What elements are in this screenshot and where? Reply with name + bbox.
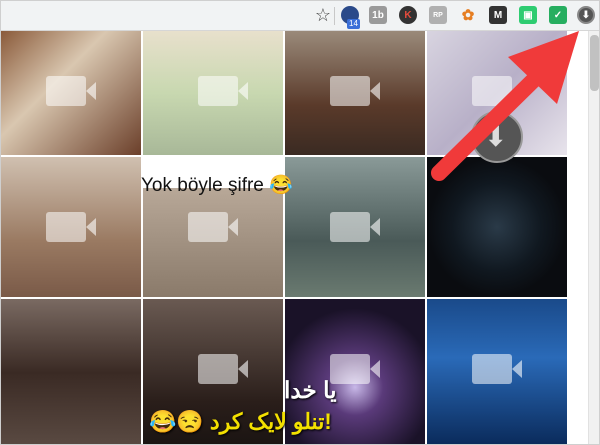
tile-woman-face[interactable] xyxy=(1,157,141,297)
extension-label: ⬇ xyxy=(581,9,591,21)
extension-label: 1b xyxy=(372,9,384,21)
play-icon xyxy=(472,76,522,106)
tile-theater-camera[interactable] xyxy=(1,299,141,444)
gear-flower-extension-icon[interactable]: ✿ xyxy=(459,6,477,24)
extension-label: M xyxy=(493,9,503,21)
rp-extension-icon[interactable]: RP xyxy=(429,6,447,24)
tile-green-dress[interactable] xyxy=(143,31,283,155)
tile-room-people[interactable] xyxy=(285,31,425,155)
m-extension-icon[interactable]: M xyxy=(489,6,507,24)
download-extension-icon[interactable]: ⬇ xyxy=(577,6,595,24)
scrollbar-thumb[interactable] xyxy=(590,35,599,91)
play-icon xyxy=(198,76,248,106)
tile-man-stage[interactable] xyxy=(427,299,567,444)
turkish-caption: Yok böyle şifre 😂 xyxy=(141,175,293,196)
extension-label: RP xyxy=(433,11,443,19)
persian-caption-line2: 😂😒 تنلو لایک کرد! xyxy=(149,409,332,434)
play-icon xyxy=(330,212,380,242)
play-icon xyxy=(198,354,248,384)
extension-label: ✿ xyxy=(461,7,475,24)
download-arrow-icon: ⬇ xyxy=(484,121,508,152)
play-icon xyxy=(46,76,96,106)
play-icon xyxy=(188,212,238,242)
tile-forest-log[interactable] xyxy=(285,157,425,297)
extension-label: K xyxy=(404,9,412,21)
play-icon xyxy=(472,354,522,384)
browser-toolbar: ☆ 14 1b K RP ✿ M ▣ ✓ ⬇ xyxy=(1,1,599,31)
extension-label: ✓ xyxy=(553,9,563,21)
browser-window: ☆ 14 1b K RP ✿ M ▣ ✓ ⬇ ⬇ Yok böyle şifre… xyxy=(0,0,600,445)
play-icon xyxy=(330,76,380,106)
1b-extension-icon[interactable]: 1b xyxy=(369,6,387,24)
tile-dumplings[interactable] xyxy=(1,31,141,155)
persian-caption-line1: یا خدا xyxy=(284,377,337,403)
checkmark-extension-icon[interactable]: ✓ xyxy=(549,6,567,24)
tile-download-speaker[interactable] xyxy=(427,157,567,297)
green-square-extension-icon[interactable]: ▣ xyxy=(519,6,537,24)
extension-badge: 14 xyxy=(347,19,360,29)
vertical-scrollbar[interactable] xyxy=(588,31,599,444)
star-icon[interactable]: ☆ xyxy=(313,5,333,25)
toolbar-divider xyxy=(334,7,335,25)
extension-label: ▣ xyxy=(523,9,533,21)
play-icon xyxy=(46,212,96,242)
k-extension-icon[interactable]: K xyxy=(399,6,417,24)
